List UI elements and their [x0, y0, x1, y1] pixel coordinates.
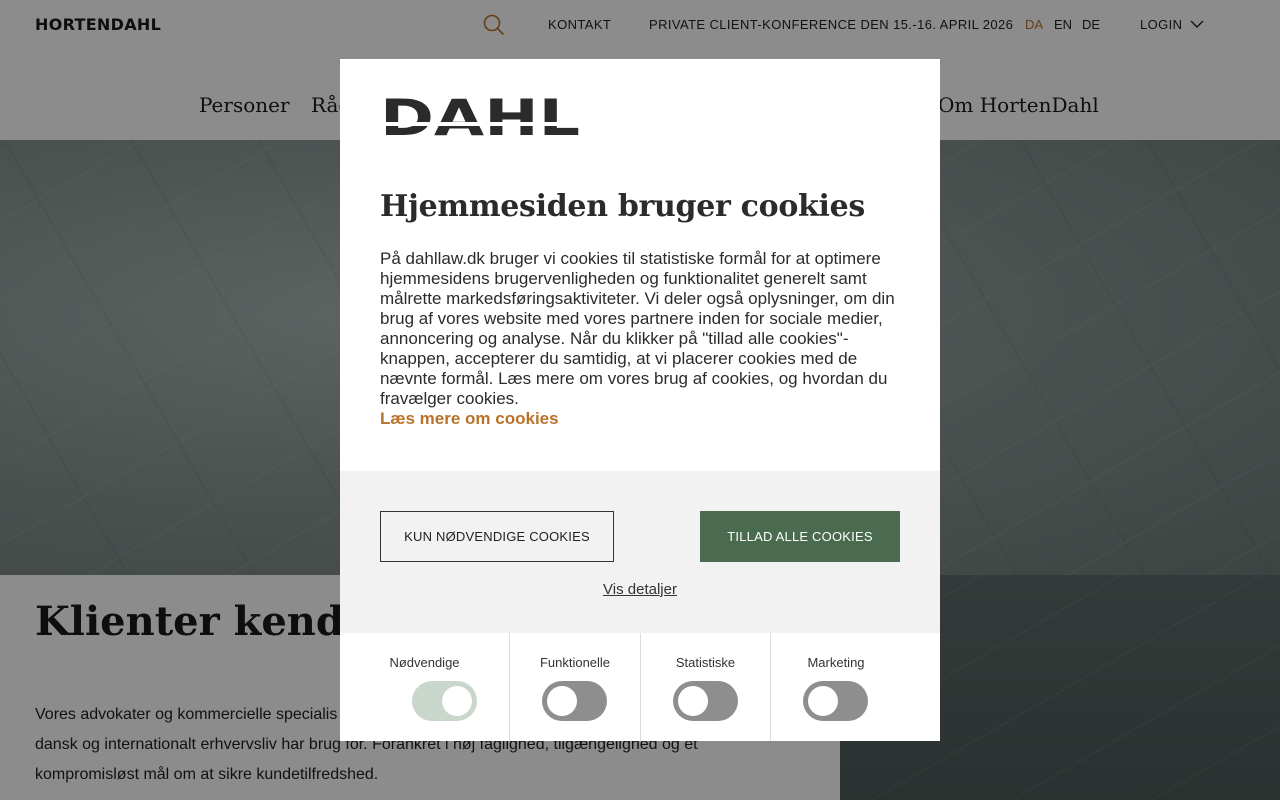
toggle-knob	[442, 686, 472, 716]
category-functional: Funktionelle	[510, 633, 641, 741]
category-necessary: Nødvendige	[340, 633, 510, 741]
toggle-knob	[678, 686, 708, 716]
toggle-label: Marketing	[807, 655, 865, 670]
toggle-label: Funktionelle	[539, 655, 611, 670]
functional-toggle[interactable]	[542, 681, 607, 721]
dahl-logo: DAHL	[380, 97, 580, 147]
dialog-title: Hjemmesiden bruger cookies	[380, 189, 866, 224]
dialog-body: På dahllaw.dk bruger vi cookies til stat…	[380, 249, 895, 408]
cookie-consent-dialog: DAHL Hjemmesiden bruger cookies På dahll…	[340, 59, 940, 741]
necessary-toggle[interactable]	[412, 681, 477, 721]
read-more-cookies-link[interactable]: Læs mere om cookies	[380, 409, 559, 429]
toggle-knob	[808, 686, 838, 716]
dialog-actions: KUN NØDVENDIGE COOKIES TILLAD ALLE COOKI…	[340, 471, 940, 633]
toggle-label: Nødvendige	[389, 655, 460, 670]
statistics-toggle[interactable]	[673, 681, 738, 721]
show-details-link[interactable]: Vis detaljer	[340, 581, 940, 598]
toggle-label: Statistiske	[675, 655, 736, 670]
allow-all-cookies-button[interactable]: TILLAD ALLE COOKIES	[700, 511, 900, 562]
cookie-category-toggles: Nødvendige Funktionelle Statistiske Mark…	[340, 633, 940, 741]
marketing-toggle[interactable]	[803, 681, 868, 721]
toggle-knob	[547, 686, 577, 716]
category-statistics: Statistiske	[641, 633, 771, 741]
necessary-cookies-button[interactable]: KUN NØDVENDIGE COOKIES	[380, 511, 614, 562]
category-marketing: Marketing	[771, 633, 940, 741]
